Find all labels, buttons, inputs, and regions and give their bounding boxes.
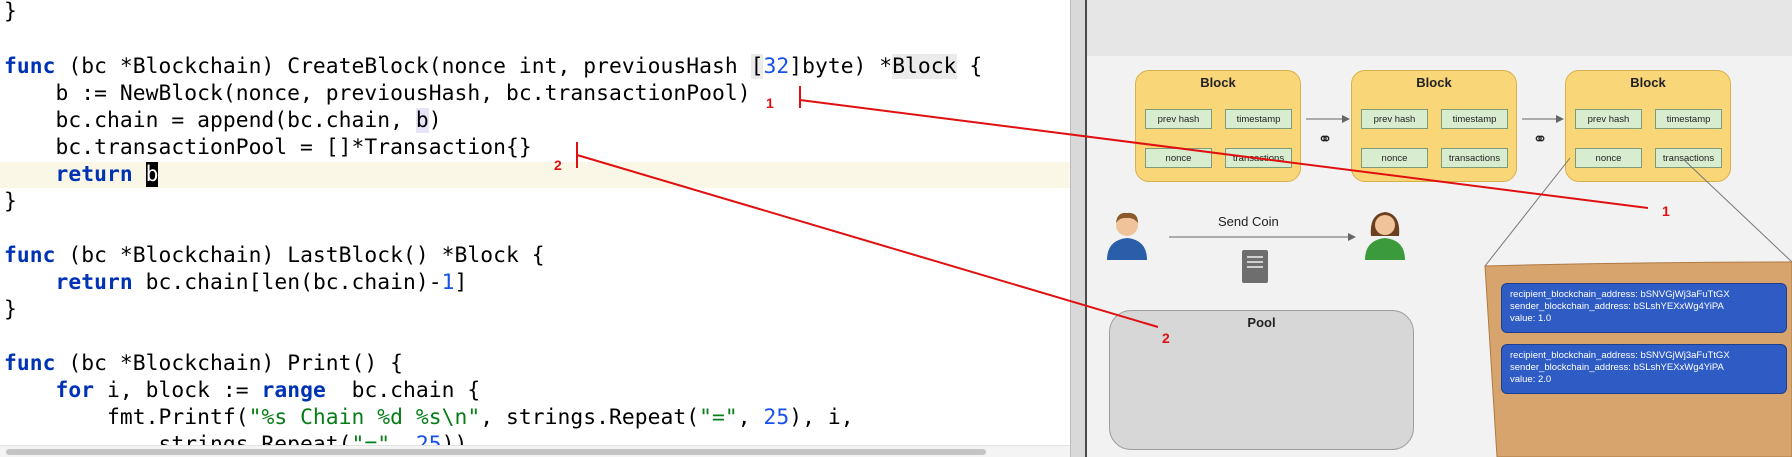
- annotation-marker-1-target: 1: [1662, 203, 1670, 219]
- annotation-line-1: [799, 99, 1649, 209]
- annotation-marker-2: 2: [554, 157, 562, 173]
- annotation-marker-1: 1: [766, 95, 774, 111]
- annotation-marker-2-target: 2: [1162, 330, 1170, 346]
- annotation-line-2: [576, 154, 1159, 328]
- annotation-overlay: [576, 86, 1649, 328]
